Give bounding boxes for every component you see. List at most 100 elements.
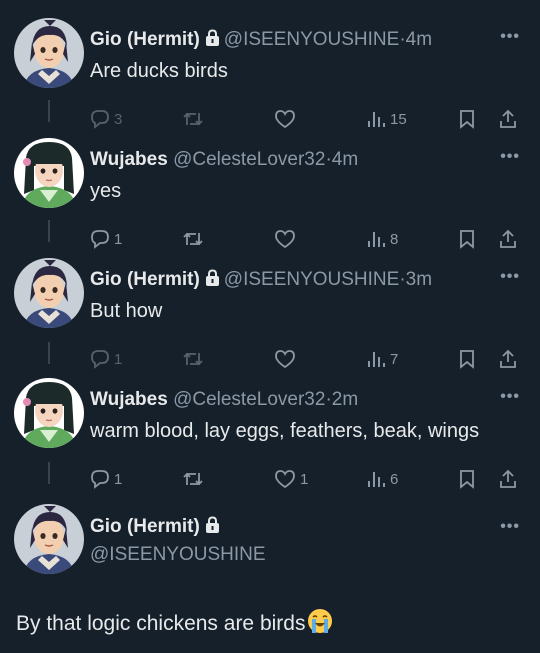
tweet-header: Gio (Hermit) @ISEENYOUSHINE·3m xyxy=(90,268,432,294)
more-options-button[interactable]: ••• xyxy=(500,388,520,406)
heart-icon xyxy=(274,349,296,369)
views-button[interactable]: 15 xyxy=(366,106,407,132)
avatar-gio[interactable] xyxy=(14,18,84,88)
view-count: 7 xyxy=(390,350,399,368)
heart-icon xyxy=(274,109,296,129)
bookmark-icon xyxy=(458,229,476,249)
reply-icon xyxy=(90,349,110,369)
lock-icon xyxy=(205,516,220,542)
retweet-icon xyxy=(182,109,204,129)
retweet-button[interactable] xyxy=(182,106,208,132)
share-icon xyxy=(498,469,518,489)
tweet[interactable]: Wujabes @CelesteLover32·4m ••• yes 1 8 xyxy=(0,138,540,249)
avatar-gio[interactable] xyxy=(14,504,84,574)
timestamp[interactable]: 4m xyxy=(406,29,432,50)
reply-icon xyxy=(90,109,110,129)
action-bar: 3 15 xyxy=(90,106,520,132)
tweet-header: Gio (Hermit) @ISEENYOUSHINE xyxy=(90,514,266,568)
share-icon xyxy=(498,349,518,369)
views-button[interactable]: 8 xyxy=(366,226,398,252)
view-count: 8 xyxy=(390,230,399,248)
views-button[interactable]: 6 xyxy=(366,466,398,492)
share-button[interactable] xyxy=(498,346,518,372)
tweet-text: Are ducks birds xyxy=(90,60,228,82)
tweet-header: Gio (Hermit) @ISEENYOUSHINE·4m xyxy=(90,28,432,54)
display-name[interactable]: Gio (Hermit) xyxy=(90,29,200,50)
reply-icon xyxy=(90,229,110,249)
avatar-wujabes[interactable] xyxy=(14,378,84,448)
handle[interactable]: @ISEENYOUSHINE xyxy=(90,542,266,568)
timestamp[interactable]: 3m xyxy=(406,269,432,290)
tweet-text: But how xyxy=(90,300,163,322)
reply-button[interactable]: 3 xyxy=(90,106,122,132)
display-name[interactable]: Wujabes xyxy=(90,389,168,410)
reply-count: 3 xyxy=(114,110,123,128)
tweet-text: By that logic chickens are birds xyxy=(16,612,306,635)
share-icon xyxy=(498,229,518,249)
bookmark-icon xyxy=(458,109,476,129)
like-button[interactable] xyxy=(274,106,300,132)
action-bar: 1 1 6 xyxy=(90,466,520,492)
bookmark-button[interactable] xyxy=(458,226,476,252)
views-button[interactable]: 7 xyxy=(366,346,398,372)
action-bar: 1 7 xyxy=(90,346,520,372)
display-name[interactable]: Gio (Hermit) xyxy=(90,516,200,537)
bookmark-button[interactable] xyxy=(458,466,476,492)
like-button[interactable] xyxy=(274,226,300,252)
display-name[interactable]: Gio (Hermit) xyxy=(90,269,200,290)
handle[interactable]: @CelesteLover32 xyxy=(173,149,325,170)
action-bar: 1 8 xyxy=(90,226,520,252)
retweet-button[interactable] xyxy=(182,466,208,492)
tweet[interactable]: Gio (Hermit) @ISEENYOUSHINE·3m ••• But ho… xyxy=(0,258,540,369)
timestamp[interactable]: 2m xyxy=(332,389,358,410)
more-options-button[interactable]: ••• xyxy=(500,268,520,286)
views-icon xyxy=(366,229,386,249)
timestamp[interactable]: 4m xyxy=(332,149,358,170)
like-button[interactable]: 1 xyxy=(274,466,308,492)
heart-icon xyxy=(274,469,296,489)
handle[interactable]: @ISEENYOUSHINE xyxy=(224,29,400,50)
handle[interactable]: @CelesteLover32 xyxy=(173,389,325,410)
share-button[interactable] xyxy=(498,106,518,132)
reply-icon xyxy=(90,469,110,489)
like-count: 1 xyxy=(300,470,309,488)
crying-emoji xyxy=(307,608,333,640)
view-count: 15 xyxy=(390,110,407,128)
tweet-text: warm blood, lay eggs, feathers, beak, wi… xyxy=(90,420,480,442)
view-count: 6 xyxy=(390,470,399,488)
bookmark-icon xyxy=(458,469,476,489)
retweet-icon xyxy=(182,229,204,249)
lock-icon xyxy=(205,29,220,54)
bookmark-button[interactable] xyxy=(458,346,476,372)
handle[interactable]: @ISEENYOUSHINE xyxy=(224,269,400,290)
more-options-button[interactable]: ••• xyxy=(500,148,520,166)
share-button[interactable] xyxy=(498,226,518,252)
retweet-icon xyxy=(182,349,204,369)
tweet-text: yes xyxy=(90,180,122,202)
share-button[interactable] xyxy=(498,466,518,492)
views-icon xyxy=(366,469,386,489)
reply-count: 1 xyxy=(114,470,123,488)
tweet-header: Wujabes @CelesteLover32·2m xyxy=(90,388,358,412)
retweet-button[interactable] xyxy=(182,346,208,372)
avatar-gio[interactable] xyxy=(14,258,84,328)
heart-icon xyxy=(274,229,296,249)
more-options-button[interactable]: ••• xyxy=(500,518,520,536)
tweet[interactable]: Wujabes @CelesteLover32·2m ••• warm bloo… xyxy=(0,378,540,489)
views-icon xyxy=(366,109,386,129)
retweet-button[interactable] xyxy=(182,226,208,252)
like-button[interactable] xyxy=(274,346,300,372)
reply-count: 1 xyxy=(114,350,123,368)
display-name[interactable]: Wujabes xyxy=(90,149,168,170)
lock-icon xyxy=(205,269,220,294)
views-icon xyxy=(366,349,386,369)
reply-button[interactable]: 1 xyxy=(90,346,122,372)
more-options-button[interactable]: ••• xyxy=(500,28,520,46)
avatar-wujabes[interactable] xyxy=(14,138,84,208)
tweet[interactable]: Gio (Hermit) @ISEENYOUSHINE·4m ••• Are du… xyxy=(0,18,540,129)
reply-button[interactable]: 1 xyxy=(90,466,122,492)
reply-button[interactable]: 1 xyxy=(90,226,122,252)
retweet-icon xyxy=(182,469,204,489)
bookmark-button[interactable] xyxy=(458,106,476,132)
tweet-header: Wujabes @CelesteLover32·4m xyxy=(90,148,358,172)
